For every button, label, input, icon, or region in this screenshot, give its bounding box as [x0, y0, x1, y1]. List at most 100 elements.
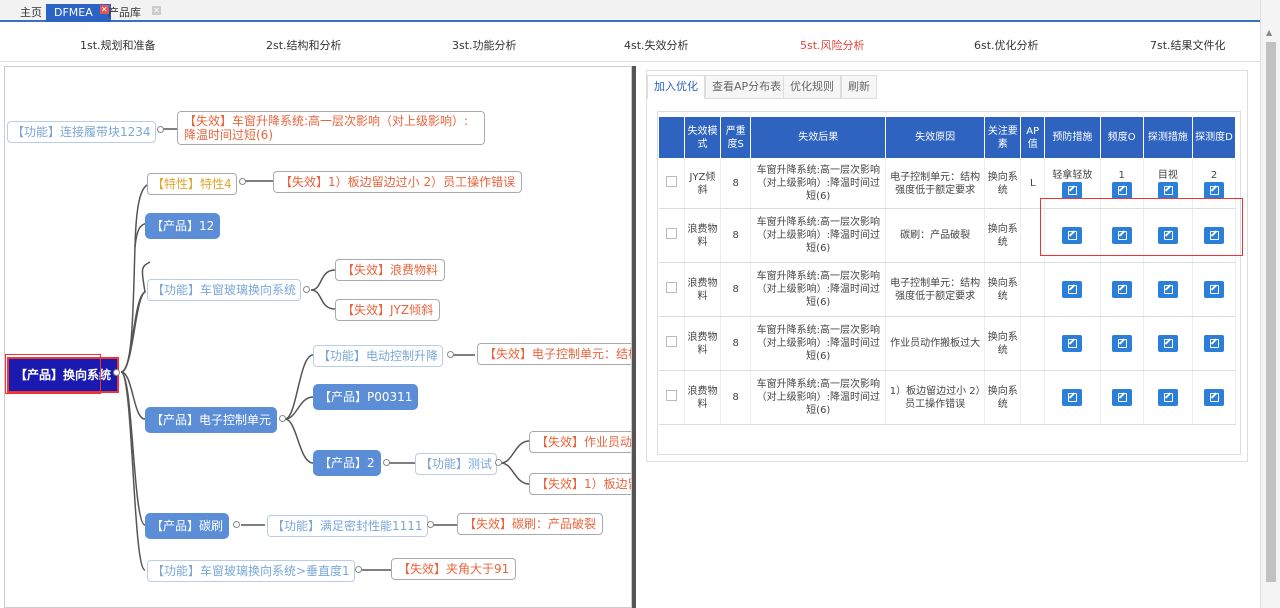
- mm-failure-edge-gap[interactable]: 【失效】1）板边留边过小 2）员工操作错误: [273, 171, 523, 193]
- header-ap-value[interactable]: AP值: [1020, 116, 1046, 159]
- step-documentation[interactable]: 7st.结果文件化: [1150, 37, 1226, 53]
- tab-product-library[interactable]: 产品库 ✕: [100, 4, 161, 22]
- mm-product-ecu[interactable]: 【产品】电子控制单元: [145, 407, 278, 433]
- mm-product-12[interactable]: 【产品】12: [145, 213, 221, 239]
- tab-home[interactable]: 主页: [12, 4, 50, 22]
- mm-product-carbon-brush[interactable]: 【产品】碳刷: [145, 513, 230, 539]
- edit-icon[interactable]: [1204, 181, 1224, 199]
- mm-collapse-dot[interactable]: [427, 521, 434, 528]
- mm-function-track-link[interactable]: 【功能】连接履带块1234: [7, 121, 156, 143]
- edit-icon[interactable]: [1204, 335, 1224, 352]
- mm-function-perpendicularity[interactable]: 【功能】车窗玻璃换向系统>垂直度1: [147, 560, 355, 582]
- tab-ap-distribution[interactable]: 查看AP分布表: [705, 75, 789, 99]
- step-structure[interactable]: 2st.结构和分析: [266, 37, 342, 53]
- row-checkbox[interactable]: [665, 390, 677, 401]
- cell-failure-cause: 电子控制单元：结构强度低于额定要求: [885, 262, 985, 317]
- cell-failure-effect: 车窗升降系统:高一层次影响（对上级影响）:降温时间过短(6): [750, 158, 887, 209]
- edit-icon[interactable]: [1157, 281, 1178, 298]
- header-failure-mode[interactable]: 失效模式: [683, 116, 722, 159]
- mm-collapse-dot[interactable]: [157, 126, 164, 133]
- edit-icon[interactable]: [1157, 389, 1178, 406]
- edit-icon[interactable]: [1157, 335, 1178, 352]
- step-optimization[interactable]: 6st.优化分析: [974, 37, 1039, 53]
- cell-detection: [1143, 370, 1194, 425]
- mm-failure-waste[interactable]: 【失效】浪费物料: [335, 259, 446, 281]
- risk-analysis-table: 失效模式 严重度S 失效后果 失效原因 关注要素 AP值 预防措施 频度O 探测…: [658, 116, 1236, 425]
- step-failure[interactable]: 4st.失效分析: [624, 37, 689, 53]
- header-focus-element[interactable]: 关注要素: [983, 116, 1022, 159]
- cell-severity: 8: [720, 208, 752, 263]
- cell-failure-mode: 浪费物料: [684, 262, 722, 317]
- pane-splitter[interactable]: [632, 66, 636, 608]
- mm-failure-jyz-tilt[interactable]: 【失效】JYZ倾斜: [335, 299, 441, 321]
- mm-product-p00311[interactable]: 【产品】P00311: [313, 384, 419, 410]
- edit-icon[interactable]: [1062, 335, 1083, 352]
- cell-ap-value: [1020, 316, 1046, 371]
- tab-optimization-rules[interactable]: 优化规则: [783, 75, 841, 99]
- edit-icon[interactable]: [1111, 281, 1132, 298]
- mm-collapse-dot[interactable]: [233, 521, 240, 528]
- header-severity[interactable]: 严重度S: [720, 116, 752, 159]
- mm-collapse-dot[interactable]: [447, 351, 454, 358]
- mm-failure-ecu[interactable]: 【失效】电子控制单元：结构: [477, 343, 631, 365]
- cell-focus-element: 换向系统: [984, 208, 1022, 263]
- edit-icon[interactable]: [1062, 181, 1083, 199]
- mm-collapse-dot[interactable]: [303, 286, 310, 293]
- detection-text: 目视: [1157, 169, 1178, 181]
- edit-icon[interactable]: [1111, 335, 1132, 352]
- mm-feature-4[interactable]: 【特性】特性4: [147, 173, 237, 195]
- mm-collapse-dot[interactable]: [113, 369, 120, 376]
- header-detection[interactable]: 探测措施: [1142, 116, 1194, 159]
- header-failure-cause[interactable]: 失效原因: [885, 116, 985, 159]
- edit-icon[interactable]: [1111, 389, 1132, 406]
- page-scrollbar[interactable]: ▲: [1260, 0, 1280, 608]
- mm-collapse-dot[interactable]: [279, 415, 286, 422]
- scrollbar-thumb[interactable]: [1266, 42, 1276, 582]
- step-planning[interactable]: 1st.规划和准备: [80, 37, 156, 53]
- tab-add-optimization[interactable]: 加入优化: [647, 75, 705, 99]
- mm-failure-edge[interactable]: 【失效】1）板边留: [529, 473, 631, 495]
- mm-function-glass-reverse[interactable]: 【功能】车窗玻璃换向系统: [147, 279, 302, 301]
- mm-collapse-dot[interactable]: [495, 459, 502, 466]
- mm-collapse-dot[interactable]: [355, 566, 362, 573]
- step-function[interactable]: 3st.功能分析: [452, 37, 517, 53]
- scroll-up-icon[interactable]: ▲: [1266, 28, 1272, 37]
- header-detection-rating[interactable]: 探测度D: [1192, 116, 1236, 159]
- row-checkbox[interactable]: [665, 336, 677, 347]
- edit-icon[interactable]: [1204, 281, 1224, 298]
- row-checkbox[interactable]: [665, 176, 677, 187]
- header-occurrence[interactable]: 频度O: [1099, 116, 1144, 159]
- mm-failure-operator[interactable]: 【失效】作业员动: [529, 431, 631, 453]
- mm-function-sealing[interactable]: 【功能】满足密封性能1111: [267, 515, 428, 537]
- edit-icon[interactable]: [1062, 389, 1083, 406]
- edit-icon[interactable]: [1204, 389, 1224, 406]
- cell-prevention: [1044, 316, 1101, 371]
- tab-refresh[interactable]: 刷新: [841, 75, 877, 99]
- mm-function-test[interactable]: 【功能】测试: [415, 453, 498, 475]
- cell-prevention: [1044, 370, 1101, 425]
- row-checkbox[interactable]: [665, 282, 677, 293]
- mm-collapse-dot[interactable]: [383, 459, 390, 466]
- risk-table-panel: 失效模式 严重度S 失效后果 失效原因 关注要素 AP值 预防措施 频度O 探测…: [657, 111, 1241, 455]
- tab-dfmea-label: DFMEA: [54, 6, 93, 19]
- step-risk[interactable]: 5st.风险分析: [800, 37, 865, 53]
- cell-failure-effect: 车窗升降系统:高一层次影响（对上级影响）:降温时间过短(6): [750, 208, 887, 263]
- cell-failure-cause: 作业员动作搬板过大: [885, 316, 985, 371]
- mindmap-pane[interactable]: 【功能】连接履带块1234 【失效】车窗升降系统:高一层次影响（对上级影响）:降…: [4, 66, 632, 608]
- row-checkbox[interactable]: [665, 228, 677, 239]
- mm-product-2[interactable]: 【产品】2: [313, 450, 381, 476]
- highlight-box-root: [5, 354, 101, 394]
- mm-failure-window-lift[interactable]: 【失效】车窗升降系统:高一层次影响（对上级影响）:降温时间过短(6): [177, 111, 485, 145]
- mm-failure-angle[interactable]: 【失效】夹角大于91: [391, 558, 517, 580]
- mm-function-motor-lift[interactable]: 【功能】电动控制升降: [313, 345, 444, 367]
- cell-occurrence: [1100, 370, 1144, 425]
- table-header-row: 失效模式 严重度S 失效后果 失效原因 关注要素 AP值 预防措施 频度O 探测…: [658, 116, 1236, 159]
- edit-icon[interactable]: [1157, 181, 1178, 199]
- close-icon[interactable]: ✕: [152, 6, 161, 15]
- mm-failure-brush-crack[interactable]: 【失效】碳刷：产品破裂: [457, 513, 604, 535]
- header-prevention[interactable]: 预防措施: [1044, 116, 1101, 159]
- edit-icon[interactable]: [1111, 181, 1132, 199]
- mm-collapse-dot[interactable]: [239, 178, 246, 185]
- edit-icon[interactable]: [1062, 281, 1083, 298]
- header-failure-effect[interactable]: 失效后果: [750, 116, 887, 159]
